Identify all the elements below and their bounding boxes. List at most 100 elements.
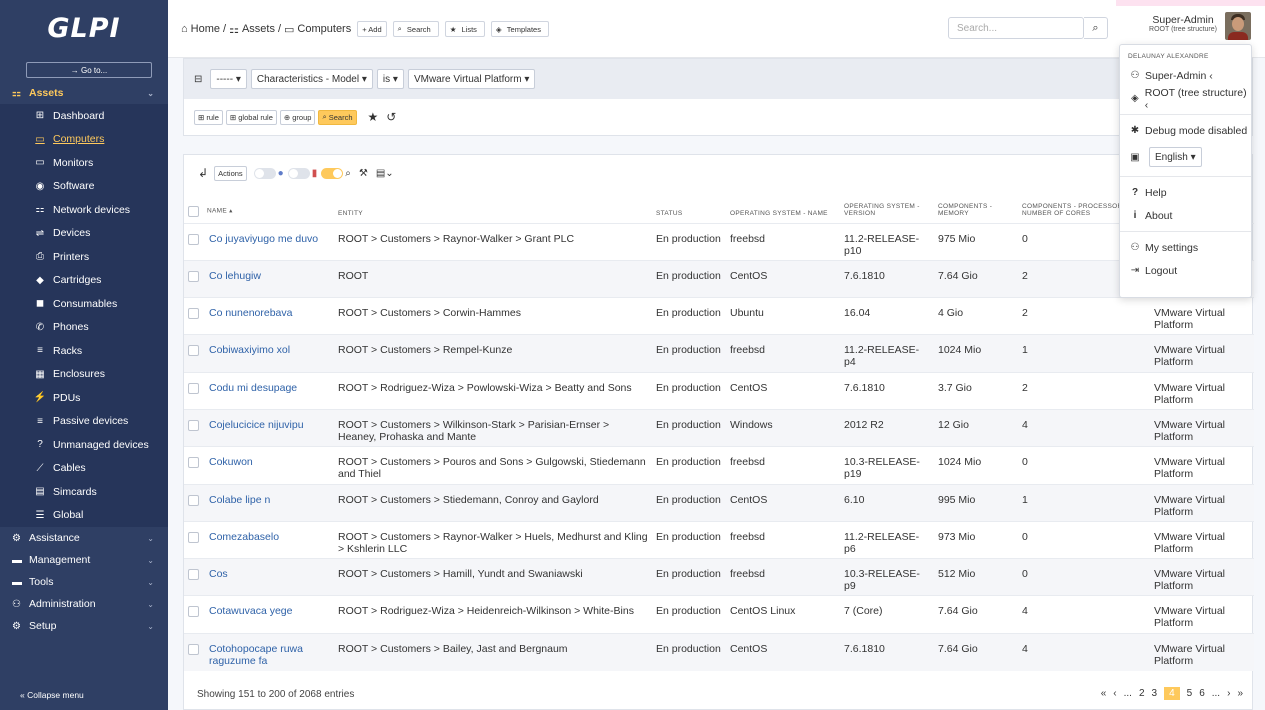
sidebar-item-racks[interactable]: ≡ Racks: [0, 339, 168, 363]
sidebar-item-global[interactable]: ☰ Global: [0, 504, 168, 528]
criteria-value-select[interactable]: VMware Virtual Platform ▾: [407, 69, 536, 89]
sidebar-item-pdus[interactable]: ⚡ PDUs: [0, 386, 168, 410]
menu-item-about[interactable]: i About: [1120, 204, 1251, 227]
sidebar-item-computers[interactable]: ▭ Computers: [0, 128, 168, 152]
row-checkbox[interactable]: [188, 569, 199, 581]
avatar[interactable]: [1225, 12, 1251, 40]
computer-link[interactable]: Co lehugiw: [209, 270, 330, 282]
computer-link[interactable]: Colabe lipe n: [209, 494, 330, 506]
sidebar-item-dashboard[interactable]: ⊞ Dashboard: [0, 104, 168, 128]
toggle-global-view[interactable]: [253, 167, 276, 179]
search-button[interactable]: ⌕ Search: [392, 21, 439, 37]
sidebar-item-unmanaged-devices[interactable]: ? Unmanaged devices: [0, 433, 168, 457]
sidebar-item-passive-devices[interactable]: ≡ Passive devices: [0, 410, 168, 434]
breadcrumb-home[interactable]: Home: [191, 23, 220, 35]
computer-link[interactable]: Co nunenorebava: [209, 307, 330, 319]
row-checkbox[interactable]: [188, 233, 199, 245]
sidebar-item-monitors[interactable]: ▭ Monitors: [0, 151, 168, 175]
sidebar-item-phones[interactable]: ✆ Phones: [0, 316, 168, 340]
sidebar-item-network-devices[interactable]: ⚏ Network devices: [0, 198, 168, 222]
save-search-star-icon[interactable]: ★: [368, 110, 379, 124]
wrench-icon[interactable]: ⚒: [359, 168, 368, 179]
menu-item-logout[interactable]: ⇥ Logout: [1120, 259, 1251, 282]
language-select[interactable]: English ▾: [1149, 147, 1202, 167]
page-link[interactable]: 5: [1187, 688, 1193, 699]
page-link[interactable]: 6: [1199, 688, 1205, 699]
computer-link[interactable]: Codu mi desupage: [209, 382, 330, 394]
page-link[interactable]: »: [1237, 688, 1243, 699]
row-checkbox[interactable]: [188, 308, 199, 320]
row-checkbox[interactable]: [188, 345, 199, 357]
toggle-search-criteria[interactable]: [321, 167, 344, 179]
global-search-input[interactable]: Search...: [948, 17, 1084, 39]
sidebar-section-assets[interactable]: ⚏ Assets ⌄: [0, 82, 168, 104]
page-link[interactable]: ‹: [1113, 688, 1116, 699]
page-link[interactable]: ...: [1124, 688, 1132, 699]
criteria-field-select[interactable]: Characteristics - Model ▾: [250, 69, 373, 89]
computer-link[interactable]: Co juyaviyugo me duvo: [209, 233, 330, 245]
criteria-toggle-icon[interactable]: ⊟: [194, 74, 202, 85]
reset-search-icon[interactable]: ↺: [386, 110, 396, 124]
templates-button[interactable]: ◈ Templates: [490, 21, 549, 37]
row-checkbox[interactable]: [188, 643, 199, 655]
computer-link[interactable]: Cotohopocape ruwa raguzume fa: [209, 643, 330, 667]
add-global-rule-button[interactable]: ⊞ global rule: [225, 109, 277, 125]
page-link[interactable]: 3: [1152, 688, 1158, 699]
computer-link[interactable]: Comezabaselo: [209, 531, 330, 543]
column-header-name[interactable]: Name ▴: [184, 191, 334, 223]
row-checkbox[interactable]: [188, 270, 199, 282]
column-header-entity[interactable]: Entity: [334, 191, 652, 223]
sidebar-section-setup[interactable]: ⚙ Setup ⌄: [0, 615, 168, 637]
sidebar-item-devices[interactable]: ⇌ Devices: [0, 222, 168, 246]
criteria-search-button[interactable]: ⌕ Search: [318, 109, 357, 125]
sidebar-item-cables[interactable]: ⟋ Cables: [0, 457, 168, 481]
sidebar-item-cartridges[interactable]: ◆ Cartridges: [0, 269, 168, 293]
page-link[interactable]: 4: [1164, 687, 1180, 700]
row-checkbox[interactable]: [188, 382, 199, 394]
row-checkbox[interactable]: [188, 606, 199, 618]
column-header-memory[interactable]: Components - Memory: [934, 191, 1018, 223]
sidebar-section-assistance[interactable]: ⚙ Assistance ⌄: [0, 527, 168, 549]
sidebar-item-consumables[interactable]: ◼ Consumables: [0, 292, 168, 316]
add-rule-button[interactable]: ⊞ rule: [194, 109, 223, 125]
sidebar-section-tools[interactable]: ▬ Tools ⌄: [0, 571, 168, 593]
sidebar-item-software[interactable]: ◉ Software: [0, 175, 168, 199]
computer-link[interactable]: Cokuwon: [209, 456, 330, 468]
toggle-trash[interactable]: [287, 167, 310, 179]
add-group-button[interactable]: ⊕ group: [279, 109, 316, 125]
sidebar-item-simcards[interactable]: ▤ Simcards: [0, 480, 168, 504]
column-header-os-version[interactable]: Operating system - Version: [840, 191, 934, 223]
menu-item-help[interactable]: ? Help: [1120, 181, 1251, 204]
menu-item-entity[interactable]: ◈ ROOT (tree structure) ‹: [1120, 87, 1251, 111]
breadcrumb-computers[interactable]: Computers: [297, 23, 351, 35]
computer-link[interactable]: Cos: [209, 568, 330, 580]
menu-item-debug[interactable]: ✱ Debug mode disabled: [1120, 119, 1251, 142]
criteria-operator-select[interactable]: is ▾: [376, 69, 404, 89]
row-checkbox[interactable]: [188, 531, 199, 543]
breadcrumb-assets[interactable]: Assets: [242, 23, 275, 35]
select-all-checkbox[interactable]: [188, 205, 199, 217]
sidebar-section-administration[interactable]: ⚇ Administration ⌄: [0, 593, 168, 615]
goto-button[interactable]: → Go to...: [26, 62, 152, 78]
sidebar-section-management[interactable]: ▬ Management ⌄: [0, 549, 168, 571]
criteria-link-select[interactable]: ----- ▾: [210, 69, 247, 89]
sidebar-item-printers[interactable]: ⎙ Printers: [0, 245, 168, 269]
page-link[interactable]: «: [1101, 688, 1107, 699]
actions-button[interactable]: Actions: [214, 165, 247, 181]
glpi-logo[interactable]: GLPI: [0, 0, 168, 56]
page-link[interactable]: ...: [1212, 688, 1220, 699]
sidebar-item-enclosures[interactable]: ▦ Enclosures: [0, 363, 168, 387]
add-button[interactable]: + Add: [357, 21, 387, 37]
menu-item-settings[interactable]: ⚇ My settings: [1120, 236, 1251, 259]
row-checkbox[interactable]: [188, 494, 199, 506]
menu-item-profile[interactable]: ⚇ Super-Admin ‹: [1120, 64, 1251, 87]
row-checkbox[interactable]: [188, 419, 199, 431]
column-header-status[interactable]: Status: [652, 191, 726, 223]
row-checkbox[interactable]: [188, 457, 199, 469]
export-icon[interactable]: ▤⌄: [376, 168, 394, 179]
global-search-button[interactable]: ⌕: [1084, 17, 1108, 39]
user-info[interactable]: Super-Admin ROOT (tree structure): [1149, 14, 1217, 33]
computer-link[interactable]: Cotawuvaca yege: [209, 605, 330, 617]
collapse-menu-button[interactable]: « Collapse menu: [20, 690, 84, 700]
computer-link[interactable]: Cobiwaxiyimo xol: [209, 344, 330, 356]
